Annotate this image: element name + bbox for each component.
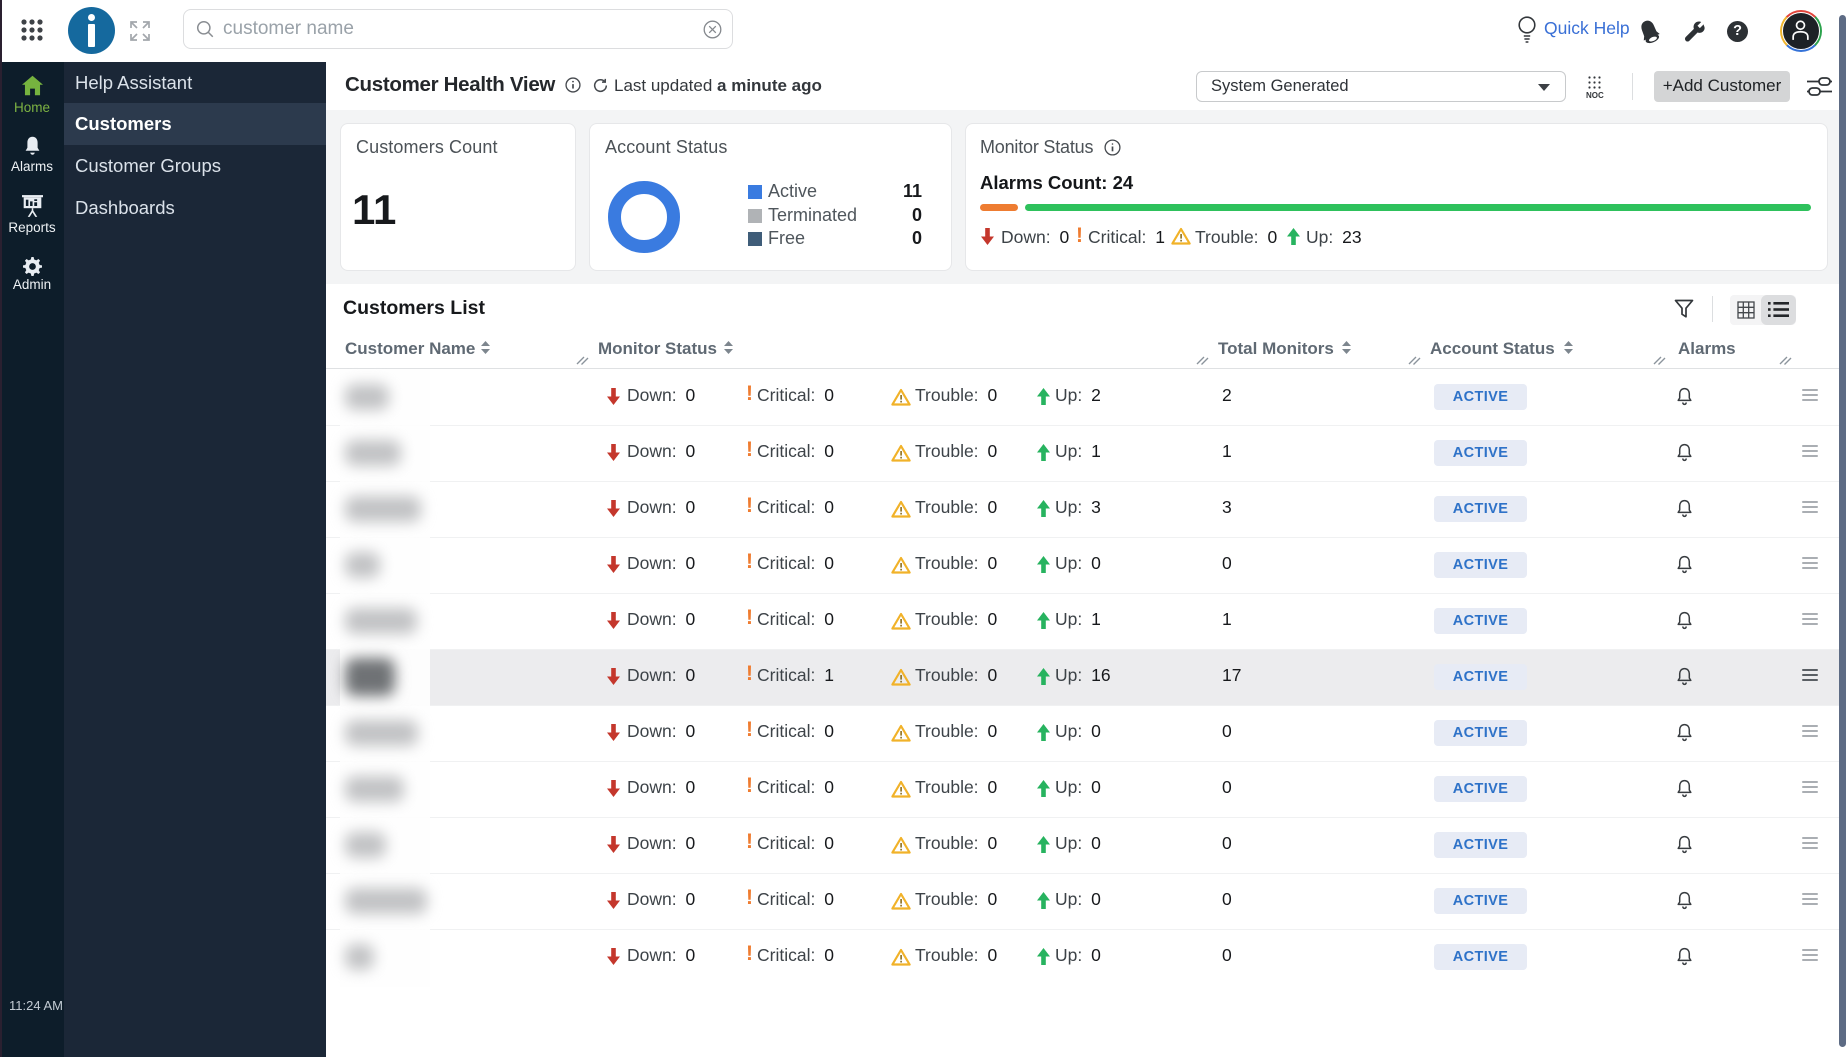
svg-text:NOC: NOC (1586, 91, 1604, 99)
